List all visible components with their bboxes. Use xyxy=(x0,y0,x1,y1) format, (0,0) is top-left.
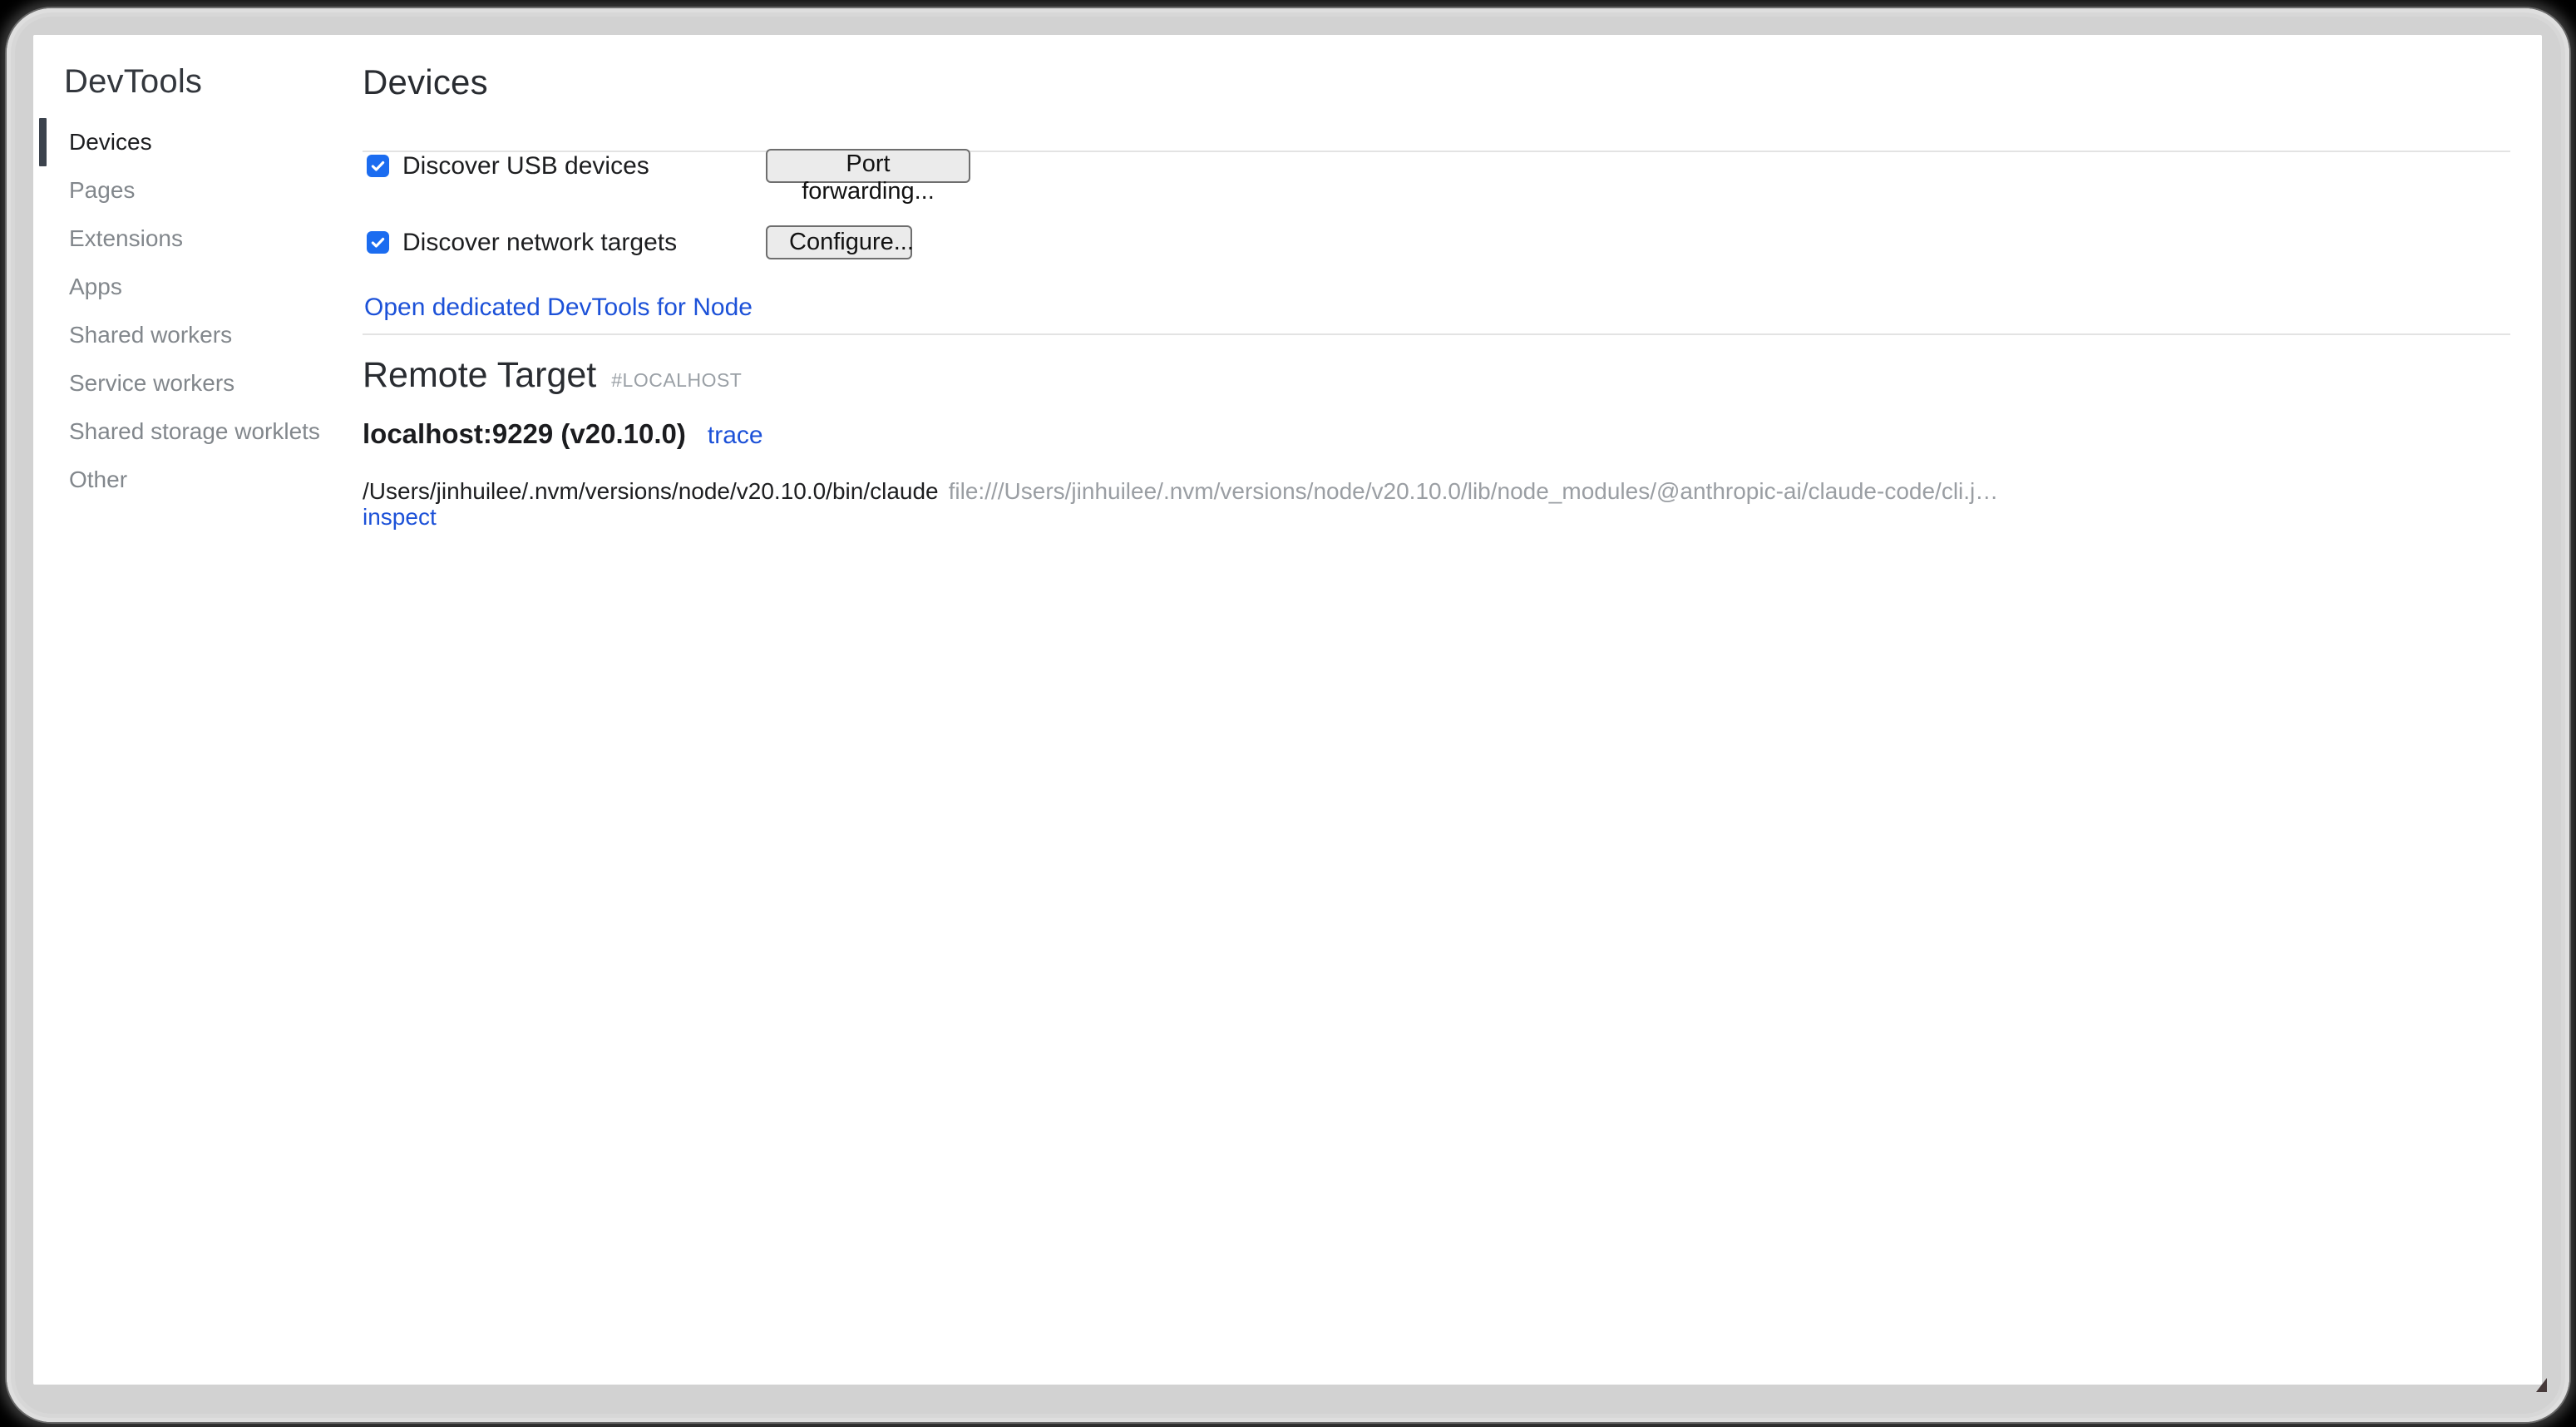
devtools-app-title: DevTools xyxy=(64,65,202,98)
trace-link[interactable]: trace xyxy=(708,422,763,449)
sidebar-item-label: Service workers xyxy=(69,370,234,397)
checkmark-icon xyxy=(369,157,387,175)
checkmark-icon xyxy=(369,234,387,251)
sidebar-item-label: Apps xyxy=(69,274,122,300)
discover-network-targets-row: Discover network targets Configure... xyxy=(363,225,677,259)
sidebar-item-other[interactable]: Other xyxy=(33,456,349,504)
separator xyxy=(363,151,2510,152)
sidebar-item-label: Devices xyxy=(69,129,152,156)
discover-network-targets-checkbox[interactable] xyxy=(367,231,389,254)
port-forwarding-button[interactable]: Port forwarding... xyxy=(766,149,970,183)
remote-target-entry: localhost:9229 (v20.10.0) trace xyxy=(363,419,763,449)
target-file-url: file:///Users/jinhuilee/.nvm/versions/no… xyxy=(949,478,1999,504)
discover-usb-devices-checkbox[interactable] xyxy=(367,155,389,177)
target-path-line: /Users/jinhuilee/.nvm/versions/node/v20.… xyxy=(363,478,1998,504)
selected-indicator-bar xyxy=(39,118,47,166)
separator xyxy=(363,333,2510,335)
sidebar-item-extensions[interactable]: Extensions xyxy=(33,215,349,263)
sidebar-item-devices[interactable]: Devices xyxy=(33,118,349,166)
sidebar-nav: Devices Pages Extensions Apps Shared wor… xyxy=(33,118,349,504)
sidebar-item-label: Shared storage worklets xyxy=(69,418,320,445)
discover-network-targets-label: Discover network targets xyxy=(402,229,677,257)
sidebar-item-label: Extensions xyxy=(69,225,183,252)
sidebar-item-label: Pages xyxy=(69,177,135,204)
localhost-tag: #LOCALHOST xyxy=(611,369,742,391)
sidebar-item-label: Other xyxy=(69,467,127,493)
page-title: Devices xyxy=(363,65,488,100)
sidebar-item-service-workers[interactable]: Service workers xyxy=(33,359,349,407)
open-node-devtools-link[interactable]: Open dedicated DevTools for Node xyxy=(364,294,753,322)
sidebar-item-shared-workers[interactable]: Shared workers xyxy=(33,311,349,359)
sidebar-item-pages[interactable]: Pages xyxy=(33,166,349,215)
sidebar-item-shared-storage-worklets[interactable]: Shared storage worklets xyxy=(33,407,349,456)
devtools-inspect-window: DevTools Devices Pages Extensions Apps S… xyxy=(33,35,2542,1385)
remote-target-heading: Remote Target #LOCALHOST xyxy=(363,358,742,393)
discover-usb-devices-row: Discover USB devices Port forwarding... xyxy=(363,149,649,183)
sidebar-item-label: Shared workers xyxy=(69,322,232,348)
target-name: localhost:9229 (v20.10.0) xyxy=(363,418,686,449)
target-detail: /Users/jinhuilee/.nvm/versions/node/v20.… xyxy=(363,478,1998,530)
inspect-link[interactable]: inspect xyxy=(363,504,437,530)
target-binary-path: /Users/jinhuilee/.nvm/versions/node/v20.… xyxy=(363,478,939,504)
remote-target-title: Remote Target xyxy=(363,355,596,395)
discover-usb-devices-label: Discover USB devices xyxy=(402,152,649,180)
configure-button[interactable]: Configure... xyxy=(766,225,912,259)
sidebar-item-apps[interactable]: Apps xyxy=(33,263,349,311)
